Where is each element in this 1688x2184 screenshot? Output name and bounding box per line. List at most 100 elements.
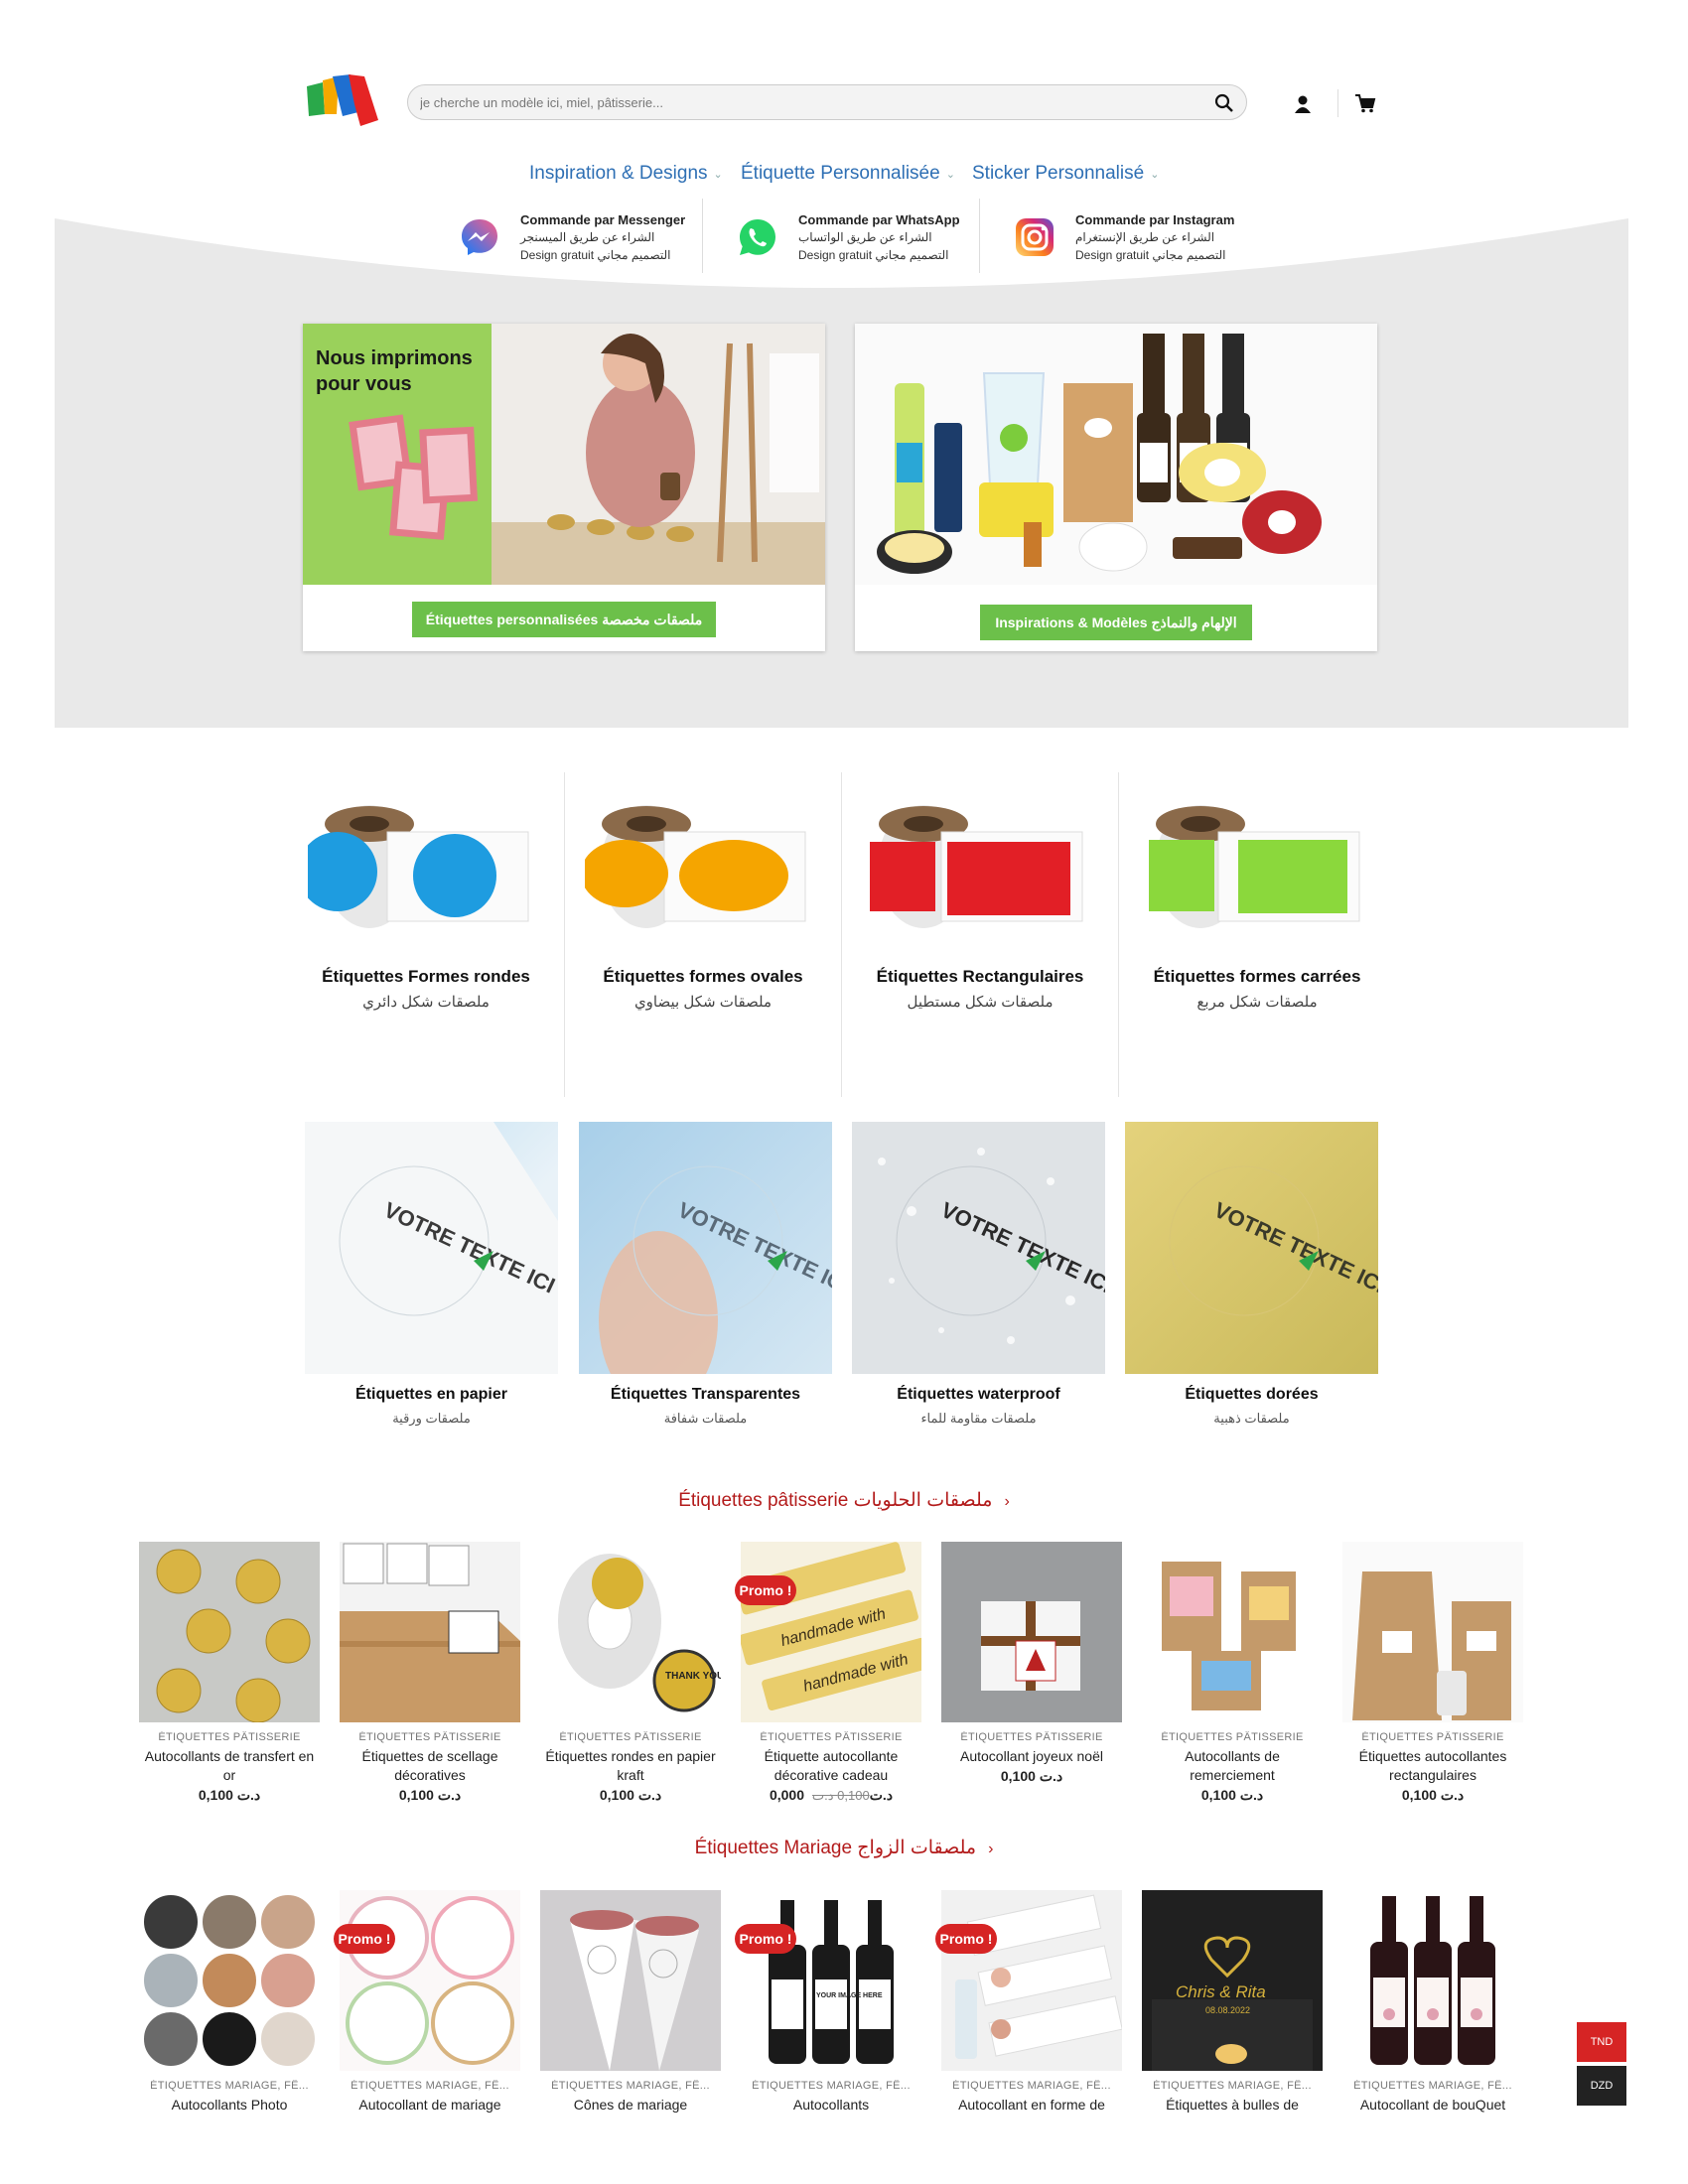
product-price: 0,100 د.ت	[941, 1768, 1122, 1785]
product-card[interactable]: Chris & Rita 08.08.2022 ÉTIQUETTES MARIAG…	[1142, 1890, 1323, 2178]
product-image	[941, 1542, 1122, 1722]
nav-sticker-personnalise[interactable]: Sticker Personnalisé ⌄	[972, 159, 1159, 189]
material-paper[interactable]: VOTRE TEXTE ICI Étiquettes en papier ملص…	[305, 1122, 558, 1430]
product-category: ÉTIQUETTES PÂTISSERIE	[1161, 1731, 1304, 1743]
category-subtitle: ملصقات شكل مربع	[1196, 994, 1318, 1011]
design-label: Design gratuit	[520, 248, 595, 262]
product-name: Étiquette autocollante décorative cadeau	[764, 1748, 899, 1783]
product-card[interactable]: THANK YOU ÉTIQUETTES PÂTISSERIE Étiquett…	[540, 1542, 721, 1830]
search-input[interactable]	[420, 85, 1195, 119]
hero-card-custom: Nous imprimons pour vous Étiquettes pers…	[303, 324, 825, 651]
contact-title: Commande par Instagram	[1075, 212, 1235, 227]
product-name: Étiquettes rondes en papier kraft	[545, 1748, 716, 1783]
nav-inspiration-designs[interactable]: Inspiration & Designs ⌄	[529, 159, 723, 189]
chevron-down-icon: ⌄	[713, 168, 723, 181]
product-card[interactable]: Promo ! ÉTIQUETTES MARIAGE, FÊ... Autoco…	[334, 1890, 520, 2178]
your-image-text: YOUR IMAGE HERE	[816, 1992, 883, 1999]
product-category: ÉTIQUETTES MARIAGE, FÊ...	[551, 2080, 710, 2092]
chevron-down-icon: ⌄	[945, 168, 955, 181]
design-label-ar: التصميم مجاني	[597, 248, 671, 262]
category-round[interactable]: Étiquettes Formes rondes ملصقات شكل دائر…	[288, 772, 564, 1097]
product-card[interactable]: ÉTIQUETTES PÂTISSERIE Autocollants de re…	[1142, 1542, 1323, 1830]
promo-badge: Promo !	[935, 1924, 997, 1954]
product-card[interactable]: ÉTIQUETTES PÂTISSERIE Étiquettes de scel…	[340, 1542, 520, 1830]
material-transparent[interactable]: VOTRE TEXTE ICI Étiquettes Transparentes…	[579, 1122, 832, 1430]
contact-arabic: الشراء عن طريق الإنستغرام	[1075, 230, 1215, 244]
material-title: Étiquettes waterproof	[897, 1386, 1060, 1403]
contact-design: Design gratuit التصميم مجاني	[798, 248, 948, 262]
category-square[interactable]: Étiquettes formes carrées ملصقات شكل مرب…	[1119, 772, 1395, 1097]
category-rectangular[interactable]: Étiquettes Rectangulaires ملصقات شكل مست…	[842, 772, 1118, 1097]
product-category: ÉTIQUETTES MARIAGE, FÊ...	[150, 2080, 309, 2092]
product-category: ÉTIQUETTES MARIAGE, FÊ...	[1353, 2080, 1512, 2092]
product-card[interactable]: ÉTIQUETTES PÂTISSERIE Autocollants de tr…	[139, 1542, 320, 1830]
contact-instagram[interactable]: Commande par Instagram الشراء عن طريق ال…	[1014, 210, 1272, 270]
chris-rita-text: Chris & Rita	[1176, 1982, 1266, 2001]
contact-divider	[979, 199, 980, 273]
product-card[interactable]: ÉTIQUETTES MARIAGE, FÊ... Autocollant de…	[1342, 1890, 1523, 2178]
product-category: ÉTIQUETTES MARIAGE, FÊ...	[952, 2080, 1111, 2092]
round-roll-image	[308, 805, 529, 928]
price-current: 0,100 د.ت	[599, 1787, 662, 1803]
cart-icon[interactable]	[1354, 92, 1376, 114]
product-card[interactable]: handmade with handmade with Promo ! ÉTIQU…	[735, 1542, 921, 1830]
product-name: Étiquettes de scellage décoratives	[361, 1748, 498, 1783]
product-card[interactable]: YOUR IMAGE HERE Promo ! ÉTIQUETTES MARIA…	[735, 1890, 921, 2178]
price-current: 0,100 د.ت	[1000, 1768, 1063, 1784]
product-image	[139, 1542, 320, 1722]
product-image	[139, 1890, 320, 2071]
contact-arabic: الشراء عن طريق الواتساب	[798, 230, 932, 244]
section-patisserie-heading[interactable]: Étiquettes pâtisserie ملصقات الحلويات ›	[0, 1489, 1688, 1512]
chevron-right-icon: ›	[988, 1841, 994, 1857]
nav-etiquette-personnalisee[interactable]: Étiquette Personnalisée ⌄	[741, 159, 955, 189]
price-current: 0,100 د.ت	[198, 1787, 261, 1803]
mat-text: VOTRE TEXTE ICI	[1210, 1197, 1378, 1298]
product-name: Autocollants Photo	[171, 2097, 288, 2113]
category-subtitle: ملصقات شكل مستطيل	[907, 994, 1054, 1011]
material-gold[interactable]: VOTRE TEXTE ICI Étiquettes dorées ملصقات…	[1125, 1122, 1378, 1430]
page: Inspiration & Designs ⌄ Étiquette Personn…	[0, 0, 1688, 2184]
section-mariage-heading[interactable]: Étiquettes Mariage ملصقات الزواج ›	[0, 1837, 1688, 1859]
currency-dzd-button[interactable]: DZD	[1577, 2066, 1626, 2106]
waterproof-image: VOTRE TEXTE ICI	[852, 1122, 1105, 1374]
contact-arabic: الشراء عن طريق الميسنجر	[520, 230, 655, 244]
nav-label: Sticker Personnalisé	[972, 163, 1145, 184]
design-label: Design gratuit	[1075, 248, 1150, 262]
product-card[interactable]: Promo ! ÉTIQUETTES MARIAGE, FÊ... Autoco…	[935, 1890, 1122, 2178]
contact-messenger[interactable]: Commande par Messenger الشراء عن طريق ال…	[459, 210, 717, 270]
hero-overlay-text: Nous imprimons pour vous	[316, 347, 473, 395]
product-image	[340, 1542, 520, 1722]
product-card[interactable]: ÉTIQUETTES PÂTISSERIE Autocollant joyeux…	[941, 1542, 1122, 1830]
category-oval[interactable]: Étiquettes formes ovales ملصقات شكل بيضا…	[565, 772, 841, 1097]
nav-label: Inspiration & Designs	[529, 163, 708, 184]
site-logo[interactable]	[303, 74, 378, 129]
material-subtitle: ملصقات ذهبية	[1213, 1411, 1290, 1426]
contact-whatsapp[interactable]: Commande par WhatsApp الشراء عن طريق الو…	[737, 210, 995, 270]
currency-tnd-button[interactable]: TND	[1577, 2022, 1626, 2062]
product-name: Autocollants de remerciement	[1185, 1748, 1280, 1783]
product-card[interactable]: ÉTIQUETTES MARIAGE, FÊ... Autocollants P…	[139, 1890, 320, 2178]
inspirations-button[interactable]: Inspirations & Modèles الإلهام والنماذج	[980, 605, 1252, 640]
search-icon[interactable]	[1214, 93, 1234, 113]
material-title: Étiquettes en papier	[355, 1386, 507, 1403]
category-subtitle: ملصقات شكل بيضاوي	[633, 994, 773, 1011]
product-name: Autocollant de bouQuet	[1359, 2097, 1506, 2113]
product-name: Autocollants	[792, 2097, 870, 2113]
material-waterproof[interactable]: VOTRE TEXTE ICI Étiquettes waterproof مل…	[852, 1122, 1105, 1430]
product-name: Étiquettes autocollantes rectangulaires	[1358, 1748, 1507, 1783]
product-card[interactable]: ÉTIQUETTES PÂTISSERIE Étiquettes autocol…	[1342, 1542, 1523, 1830]
product-price: 0,100 د.ت	[139, 1787, 320, 1804]
user-icon[interactable]	[1292, 93, 1314, 115]
product-card[interactable]: ÉTIQUETTES MARIAGE, FÊ... Cônes de maria…	[540, 1890, 721, 2178]
contact-title: Commande par Messenger	[520, 212, 686, 227]
contact-divider	[702, 199, 703, 273]
custom-labels-button[interactable]: Étiquettes personnalisées ملصقات مخصصة	[412, 602, 716, 637]
product-image	[941, 1890, 1122, 2071]
product-category: ÉTIQUETTES MARIAGE, FÊ...	[1153, 2080, 1312, 2092]
product-category: ÉTIQUETTES PÂTISSERIE	[1361, 1731, 1504, 1743]
product-category: ÉTIQUETTES PÂTISSERIE	[158, 1731, 301, 1743]
price-current: 0,100 د.ت	[1200, 1787, 1264, 1803]
material-title: Étiquettes Transparentes	[610, 1386, 801, 1403]
header-divider	[1337, 89, 1338, 117]
product-price: 0,100 د.ت	[1142, 1787, 1323, 1804]
